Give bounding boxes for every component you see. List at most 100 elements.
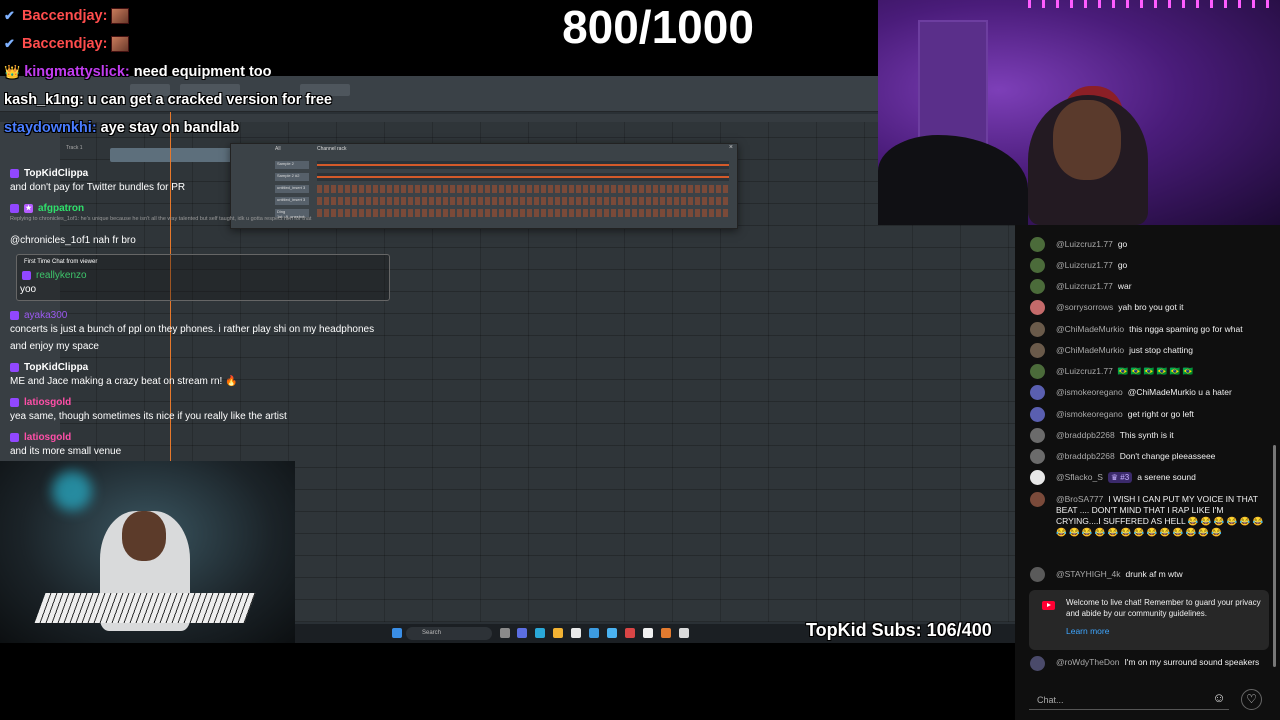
reply-context: Replying to chronicles_1of1: he's unique…	[10, 216, 312, 222]
chat-author[interactable]: @Luizcruz1.77	[1056, 366, 1113, 376]
folder-icon[interactable]	[553, 628, 563, 638]
chat-message: yoo	[20, 284, 37, 295]
avatar[interactable]	[1030, 300, 1045, 315]
member-badge: ♛ #3	[1107, 472, 1133, 483]
avatar[interactable]	[1030, 567, 1045, 582]
first-time-chat-label: First Time Chat from viewer	[24, 259, 98, 265]
chat-message-body: @Luizcruz1.77 go	[1056, 260, 1268, 271]
task-view-icon[interactable]	[500, 628, 510, 638]
chat-username: latiosgold	[10, 397, 71, 408]
chat-author[interactable]: @braddpb2268	[1056, 451, 1115, 461]
chat-username: reallykenzo	[22, 270, 87, 281]
chat-input[interactable]: Chat...	[1029, 690, 1229, 710]
goal-counter: 800/1000	[562, 1, 754, 53]
app-icon[interactable]	[589, 628, 599, 638]
avatar[interactable]	[1030, 428, 1045, 443]
channel-steps[interactable]	[317, 173, 729, 181]
app-icon[interactable]	[517, 628, 527, 638]
close-icon[interactable]: ×	[729, 144, 733, 151]
chat-username: Baccendjay:	[22, 8, 108, 24]
chat-message-body: @Luizcruz1.77 war	[1056, 281, 1268, 292]
chat-text: get right or go left	[1127, 409, 1194, 419]
avatar[interactable]	[1030, 364, 1045, 379]
chat-author[interactable]: @braddpb2268	[1056, 430, 1115, 440]
channel-row[interactable]: Sample 2 #2	[231, 172, 737, 182]
avatar[interactable]	[1030, 237, 1045, 252]
overlay-chat: ✔ Baccendjay: ✔ Baccendjay: 👑 kingmattys…	[4, 2, 424, 142]
chat-message: aye stay on bandlab	[100, 120, 240, 136]
store-icon[interactable]	[571, 628, 581, 638]
chat-author[interactable]: @Sflacko_S	[1056, 472, 1103, 482]
chat-text: this ngga spaming go for what	[1129, 324, 1243, 334]
avatar[interactable]	[1030, 279, 1045, 294]
chat-message-body: @ChiMadeMurkio this ngga spaming go for w…	[1056, 324, 1268, 335]
channel-rack-filter[interactable]: All	[275, 146, 281, 152]
avatar[interactable]	[1030, 385, 1045, 400]
heart-icon[interactable]: ♡	[1241, 689, 1262, 710]
chat-author[interactable]: @STAYHIGH_4k	[1056, 569, 1121, 579]
app-icon[interactable]	[679, 628, 689, 638]
chat-text: Don't change pleeasseee	[1119, 451, 1216, 461]
overlay-chat-line: staydownkhi: aye stay on bandlab	[4, 114, 424, 142]
avatar[interactable]	[1030, 656, 1045, 671]
chat-message-body: @braddpb2268 This synth is it	[1056, 430, 1268, 441]
avatar[interactable]	[1030, 449, 1045, 464]
chat-text: go	[1117, 260, 1128, 270]
chat-message: ME and Jace making a crazy beat on strea…	[10, 376, 238, 387]
chat-author[interactable]: @ChiMadeMurkio	[1056, 324, 1124, 334]
chat-text: yah bro you got it	[1118, 302, 1184, 312]
chat-message-body: @ismokeoregano get right or go left	[1056, 409, 1268, 420]
fl-studio-icon[interactable]	[661, 628, 671, 638]
chat-message: yea same, though sometimes its nice if y…	[10, 411, 287, 422]
chat-author[interactable]: @Luizcruz1.77	[1056, 239, 1113, 249]
notice-text: Welcome to live chat! Remember to guard …	[1066, 598, 1261, 618]
chat-scrollbar[interactable]	[1273, 445, 1276, 667]
verified-badge-icon: ✔	[4, 36, 15, 51]
chat-author[interactable]: @ismokeoregano	[1056, 387, 1123, 397]
chat-text: This synth is it	[1119, 430, 1174, 440]
twitch-icon	[22, 271, 31, 280]
channel-name[interactable]: untitled_insert 3	[275, 197, 309, 205]
chat-author[interactable]: @Luizcruz1.77	[1056, 281, 1113, 291]
avatar[interactable]	[1030, 258, 1045, 273]
avatar[interactable]	[1030, 492, 1045, 507]
avatar[interactable]	[1030, 322, 1045, 337]
taskbar-search[interactable]: Search	[406, 627, 492, 640]
chat-author[interactable]: @BroSA777	[1056, 494, 1103, 504]
chat-author[interactable]: @ismokeoregano	[1056, 409, 1123, 419]
chat-author[interactable]: @ChiMadeMurkio	[1056, 345, 1124, 355]
chat-author[interactable]: @roWdyTheDon	[1056, 657, 1119, 667]
edge-icon[interactable]	[535, 628, 545, 638]
crown-badge-icon: 👑	[4, 64, 21, 79]
chat-username: latiosgold	[10, 432, 71, 443]
avatar[interactable]	[1030, 343, 1045, 358]
chat-message-body: @Luizcruz1.77 🇧🇷 🇧🇷 🇧🇷 🇧🇷 🇧🇷 🇧🇷	[1056, 366, 1268, 377]
chat-username: TopKidClippa	[10, 362, 88, 373]
chat-message-body: @roWdyTheDon I'm on my surround sound spe…	[1056, 657, 1268, 668]
twitch-icon	[10, 433, 19, 442]
channel-row[interactable]: Sample 2	[231, 160, 737, 170]
channel-row[interactable]: untitled_insert 3	[231, 196, 737, 206]
chat-author[interactable]: @Luizcruz1.77	[1056, 260, 1113, 270]
chat-message-body: @braddpb2268 Don't change pleeasseee	[1056, 451, 1268, 462]
chat-message-body: @ismokeoregano @ChiMadeMurkio u a hater	[1056, 387, 1268, 398]
media-icon[interactable]	[643, 628, 653, 638]
chat-message-body: @sorrysorrows yah bro you got it	[1056, 302, 1268, 313]
chrome-icon[interactable]	[625, 628, 635, 638]
emoji-icon[interactable]: ☺	[1212, 691, 1226, 705]
start-icon[interactable]	[392, 628, 402, 638]
avatar[interactable]	[1030, 407, 1045, 422]
channel-name[interactable]: Sample 2 #2	[275, 173, 309, 181]
avatar[interactable]	[1030, 470, 1045, 485]
audio-clip[interactable]	[110, 148, 240, 162]
chat-author[interactable]: @sorrysorrows	[1056, 302, 1113, 312]
webcam-top-right	[878, 0, 1280, 225]
channel-steps[interactable]	[317, 161, 729, 169]
chat-username: TopKidClippa	[10, 168, 88, 179]
overlay-chat-line: ✔ Baccendjay:	[4, 30, 424, 58]
learn-more-link[interactable]: Learn more	[1066, 626, 1109, 636]
photos-icon[interactable]	[607, 628, 617, 638]
channel-steps[interactable]	[317, 197, 729, 205]
chat-username: staydownkhi:	[4, 120, 97, 136]
channel-name[interactable]: Sample 2	[275, 161, 309, 169]
